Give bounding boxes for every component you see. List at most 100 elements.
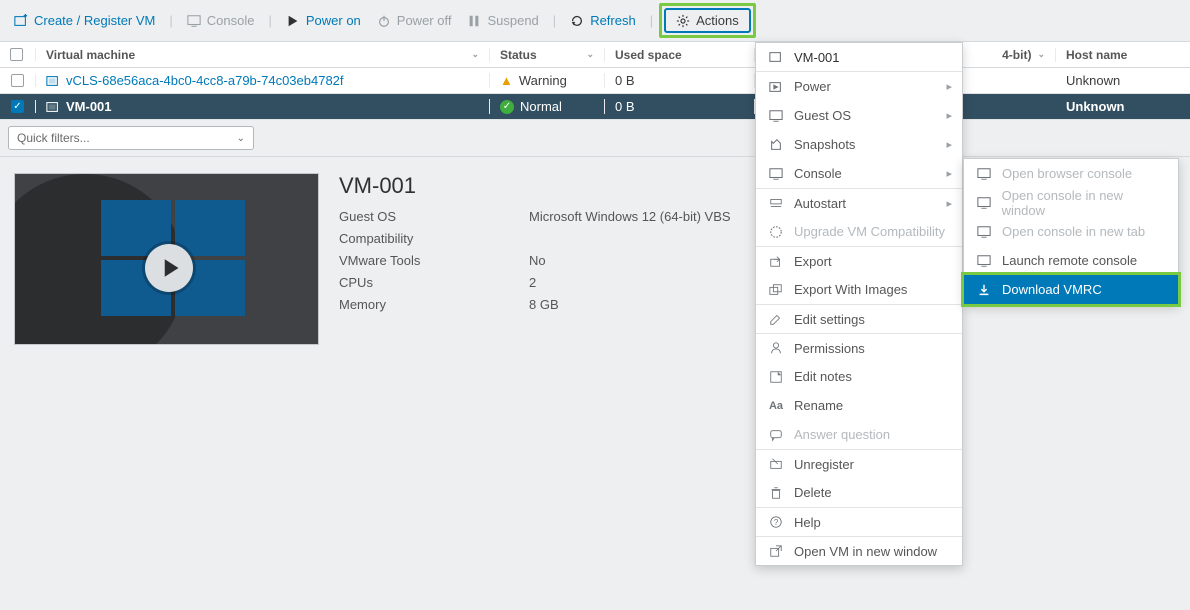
menu-item-export-with-images[interactable]: Export With Images: [756, 275, 962, 304]
chevron-right-icon: ▸: [946, 109, 952, 122]
menu-item-snapshots[interactable]: Snapshots▸: [756, 130, 962, 159]
row-check[interactable]: [0, 100, 36, 113]
menu-item-console[interactable]: Console▸: [756, 159, 962, 188]
monitor-icon: [976, 225, 992, 239]
menu-item-guest-os[interactable]: Guest OS▸: [756, 101, 962, 130]
menu-item-answer-question: Answer question: [756, 420, 962, 449]
menu-item-permissions[interactable]: Permissions: [756, 333, 962, 362]
row-status: ▲Warning: [490, 73, 605, 88]
vm-link[interactable]: VM-001: [66, 99, 112, 114]
console-icon: [768, 167, 784, 181]
menu-item-edit-notes[interactable]: Edit notes: [756, 362, 962, 391]
quick-filter-select[interactable]: Quick filters... ⌄: [8, 126, 254, 150]
row-vm-name[interactable]: VM-001: [36, 99, 490, 114]
menu-item-edit-settings[interactable]: Edit settings: [756, 304, 962, 333]
submenu-item-download-vmrc[interactable]: Download VMRC: [964, 275, 1178, 304]
row-vm-name[interactable]: vCLS-68e56aca-4bc0-4cc8-a79b-74c03eb4782…: [36, 73, 490, 88]
menu-item-help[interactable]: ?Help: [756, 507, 962, 536]
poweron-button[interactable]: Power on: [278, 9, 369, 32]
menu-item-power[interactable]: Power▸: [756, 72, 962, 101]
prop-label: CPUs: [339, 275, 529, 290]
actions-highlight: Actions: [659, 3, 756, 38]
chevron-right-icon: ▸: [946, 138, 952, 151]
menu-item-label: Upgrade VM Compatibility: [794, 224, 945, 239]
upgrade-icon: [768, 225, 784, 239]
monitor-icon: [976, 167, 992, 181]
sort-icon: ⌄: [586, 49, 594, 60]
notes-icon: [768, 370, 784, 384]
table-row[interactable]: VM-001 ✓Normal 0 B Unknown: [0, 94, 1190, 120]
col-used[interactable]: Used space: [605, 48, 755, 62]
vm-link[interactable]: vCLS-68e56aca-4bc0-4cc8-a79b-74c03eb4782…: [66, 73, 344, 88]
toolbar: Create / Register VM | Console | Power o…: [0, 0, 1190, 42]
chevron-right-icon: ▸: [946, 80, 952, 93]
prop-value: No: [529, 253, 546, 268]
export-icon: [768, 254, 784, 268]
col-vm[interactable]: Virtual machine⌄: [36, 48, 490, 62]
actions-label: Actions: [696, 13, 739, 28]
ok-icon: ✓: [500, 100, 514, 114]
play-button[interactable]: [145, 244, 193, 292]
chevron-right-icon: ▸: [946, 167, 952, 180]
menu-item-open-vm-in-new-window[interactable]: Open VM in new window: [756, 536, 962, 565]
submenu-item-label: Download VMRC: [1002, 282, 1102, 297]
menu-header: VM-001: [756, 43, 962, 72]
prop-value: 2: [529, 275, 536, 290]
col-status-label: Status: [500, 48, 537, 62]
checkbox-checked-icon: [11, 100, 24, 113]
col-used-label: Used space: [615, 48, 682, 62]
row-check[interactable]: [0, 74, 36, 87]
submenu-item-launch-remote-console[interactable]: Launch remote console: [964, 246, 1178, 275]
gear-icon: [676, 14, 690, 28]
edit-icon: [768, 312, 784, 326]
prop-label: Memory: [339, 297, 529, 312]
download-vmrc-highlight: Download VMRC: [961, 272, 1181, 307]
monitor-icon: [976, 196, 992, 210]
menu-item-label: Answer question: [794, 427, 890, 442]
actions-button[interactable]: Actions: [664, 8, 751, 33]
warning-icon: ▲: [500, 73, 513, 88]
select-all-cell[interactable]: [0, 48, 36, 61]
delete-icon: [768, 486, 784, 500]
refresh-button[interactable]: Refresh: [562, 9, 644, 32]
table-row[interactable]: vCLS-68e56aca-4bc0-4cc8-a79b-74c03eb4782…: [0, 68, 1190, 94]
filter-placeholder: Quick filters...: [17, 131, 90, 145]
col-status[interactable]: Status ⌄: [490, 48, 605, 62]
console-label: Console: [207, 13, 255, 28]
prop-value: 8 GB: [529, 297, 559, 312]
row-used: 0 B: [605, 73, 755, 88]
menu-item-label: Edit notes: [794, 369, 852, 384]
vm-thumbnail[interactable]: [14, 173, 319, 345]
suspend-button: Suspend: [459, 9, 546, 32]
answer-icon: [768, 428, 784, 442]
menu-item-unregister[interactable]: Unregister: [756, 449, 962, 478]
vm-icon: [46, 100, 60, 114]
col-host[interactable]: Host name: [1056, 48, 1190, 62]
row-host: Unknown: [1056, 73, 1190, 88]
prop-label: VMware Tools: [339, 253, 529, 268]
prop-label: Guest OS: [339, 209, 529, 224]
menu-item-label: Export: [794, 254, 832, 269]
menu-item-label: Autostart: [794, 196, 846, 211]
menu-item-export[interactable]: Export: [756, 246, 962, 275]
grid-header: Virtual machine⌄ Status⌄ Used space 4-bi…: [0, 42, 1190, 68]
poweroff-button: Power off: [369, 9, 460, 32]
menu-item-delete[interactable]: Delete: [756, 478, 962, 507]
menu-item-rename[interactable]: AaRename: [756, 391, 962, 420]
sort-icon: ⌄: [471, 49, 479, 60]
console-button: Console: [179, 9, 263, 32]
menu-item-autostart[interactable]: Autostart ▸: [756, 188, 962, 217]
submenu-item-label: Open console in new tab: [1002, 224, 1145, 239]
actions-menu: VM-001 Power▸Guest OS▸Snapshots▸Console▸…: [755, 42, 963, 566]
menu-title: VM-001: [794, 50, 840, 65]
menu-item-label: Edit settings: [794, 312, 865, 327]
menu-item-label: Open VM in new window: [794, 544, 937, 559]
chevron-right-icon: ▸: [946, 197, 952, 210]
poweroff-icon: [377, 14, 391, 28]
vm-icon: [46, 74, 60, 88]
status-text: Normal: [520, 99, 562, 114]
create-vm-button[interactable]: Create / Register VM: [6, 9, 163, 32]
submenu-item-open-browser-console: Open browser console: [964, 159, 1178, 188]
col-host-label: Host name: [1066, 48, 1127, 62]
console-icon: [187, 14, 201, 28]
